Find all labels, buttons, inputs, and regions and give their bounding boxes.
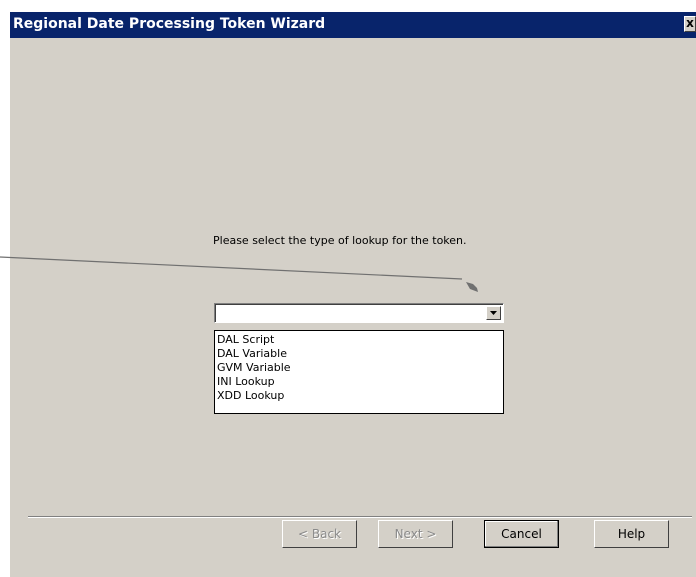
arrow-annotation [0, 256, 478, 292]
